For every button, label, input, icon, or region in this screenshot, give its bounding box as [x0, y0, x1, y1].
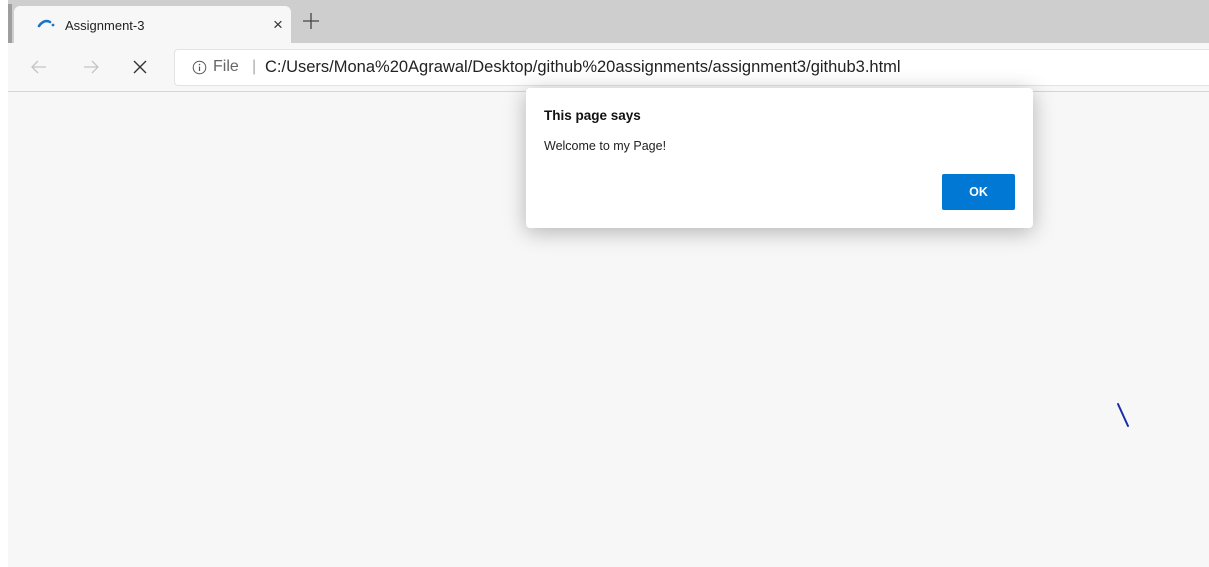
- plus-icon[interactable]: [298, 5, 324, 35]
- scheme-label: File: [213, 58, 239, 75]
- arrow-right-icon[interactable]: [77, 53, 105, 81]
- tab-strip: Assignment-3 ×: [8, 0, 1209, 43]
- close-icon[interactable]: [126, 53, 154, 81]
- tab-assignment-3[interactable]: Assignment-3 ×: [14, 6, 291, 43]
- info-icon[interactable]: [192, 60, 207, 75]
- arrow-left-icon[interactable]: [25, 53, 53, 81]
- address-bar[interactable]: File | C:/Users/Mona%20Agrawal/Desktop/g…: [174, 49, 1209, 86]
- loading-spinner-icon: [37, 19, 55, 28]
- address-separator: |: [252, 58, 257, 75]
- navigation-toolbar: File | C:/Users/Mona%20Agrawal/Desktop/g…: [8, 43, 1209, 92]
- dialog-message: Welcome to my Page!: [544, 139, 667, 153]
- window-left-edge: [0, 0, 8, 567]
- tab-close-button[interactable]: ×: [267, 14, 289, 36]
- ok-button[interactable]: OK: [942, 174, 1015, 210]
- busy-cursor-icon: [1117, 403, 1129, 427]
- alert-dialog: This page says Welcome to my Page! OK: [526, 88, 1033, 228]
- tab-title: Assignment-3: [65, 18, 145, 33]
- url-text[interactable]: C:/Users/Mona%20Agrawal/Desktop/github%2…: [265, 58, 901, 77]
- tab-strip-edge: [8, 4, 12, 43]
- dialog-title: This page says: [544, 108, 641, 123]
